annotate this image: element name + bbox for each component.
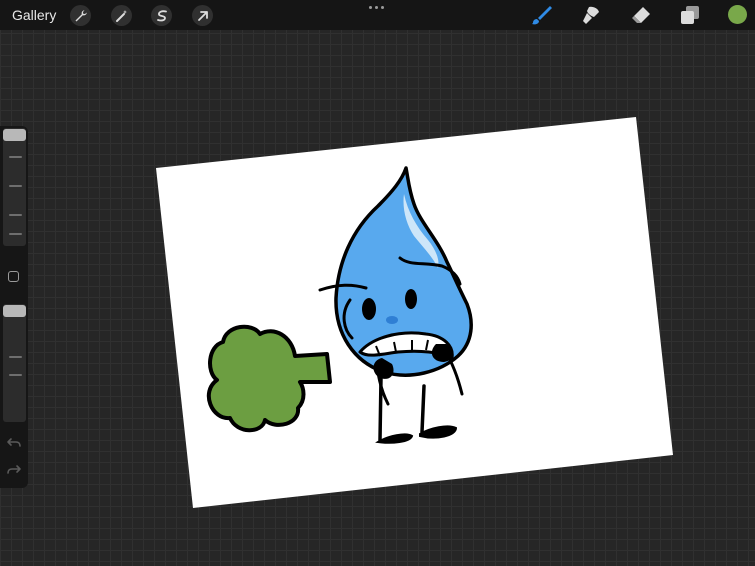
redo-button[interactable] [6, 463, 22, 477]
color-picker-button[interactable] [728, 5, 747, 24]
transform-button[interactable] [192, 5, 213, 26]
selection-icon [156, 9, 167, 21]
more-options-button[interactable] [369, 3, 385, 11]
brush-size-slider[interactable] [3, 128, 26, 246]
slider-tick [9, 214, 22, 216]
gallery-button[interactable]: Gallery [12, 7, 56, 23]
undo-icon [7, 438, 21, 447]
brush-icon [532, 6, 552, 25]
slider-tick [9, 374, 22, 376]
layers-icon [681, 6, 699, 24]
magic-wand-icon [115, 9, 127, 22]
smudge-tool-button[interactable] [580, 4, 604, 26]
selection-button[interactable] [151, 5, 172, 26]
slider-tick [9, 185, 22, 187]
wrench-icon [75, 9, 87, 21]
slider-tick [9, 356, 22, 358]
eraser-tool-button[interactable] [629, 4, 653, 26]
dot-3 [381, 6, 384, 9]
leg-left [378, 376, 383, 442]
brush-tool-button[interactable] [530, 4, 554, 26]
dot-2 [375, 6, 378, 9]
brush-size-thumb[interactable] [3, 129, 26, 141]
layers-button[interactable] [678, 4, 702, 26]
slider-tick [9, 156, 22, 158]
dot-1 [369, 6, 372, 9]
transform-arrow-icon [197, 10, 208, 21]
left-sidebar [0, 126, 28, 488]
undo-button[interactable] [6, 436, 22, 450]
eraser-icon [632, 7, 650, 23]
opacity-thumb[interactable] [3, 305, 26, 317]
slider-tick [9, 233, 22, 235]
eye-right [405, 289, 417, 309]
eye-left [362, 298, 376, 320]
smudge-icon [583, 6, 599, 24]
modify-button[interactable] [8, 271, 19, 282]
redo-icon [7, 465, 21, 474]
canvas-area[interactable] [0, 0, 755, 566]
leg-right [420, 384, 426, 434]
top-toolbar: Gallery [0, 0, 755, 30]
actions-button[interactable] [70, 5, 91, 26]
opacity-slider[interactable] [3, 304, 26, 422]
adjustments-button[interactable] [111, 5, 132, 26]
nose [386, 316, 398, 324]
